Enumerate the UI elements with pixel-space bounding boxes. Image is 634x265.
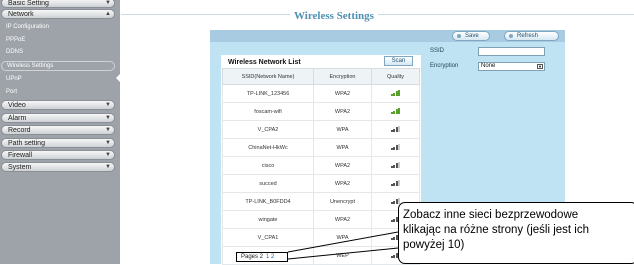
callout-line-2: klikając na różne strony (jeśli jest ich [403, 224, 589, 236]
callout-line-1: Zobacz inne sieci bezprzewodowe [403, 209, 579, 221]
annotation-callout: Zobacz inne sieci bezprzewodowe klikając… [398, 202, 634, 264]
callout-line-3: powyżej 10) [403, 239, 465, 251]
